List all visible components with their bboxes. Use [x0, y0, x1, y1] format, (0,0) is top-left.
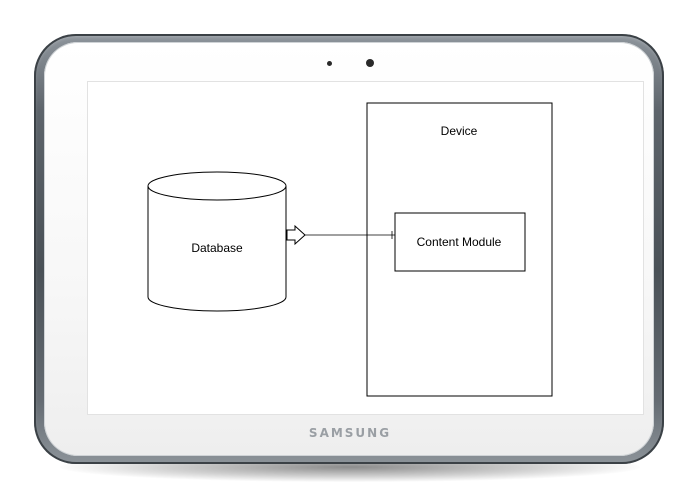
device-label: Device	[441, 124, 478, 138]
content-module-node: Content Module	[394, 212, 526, 272]
brand-logo: SAMSUNG	[308, 426, 392, 440]
database-node: Database	[147, 171, 287, 312]
arrowhead-outline	[286, 224, 306, 246]
database-cylinder-top	[147, 171, 287, 201]
database-label: Database	[191, 241, 243, 255]
content-module-label: Content Module	[417, 235, 502, 249]
stage: Database Device Content Module SAMSUNG	[0, 0, 700, 503]
